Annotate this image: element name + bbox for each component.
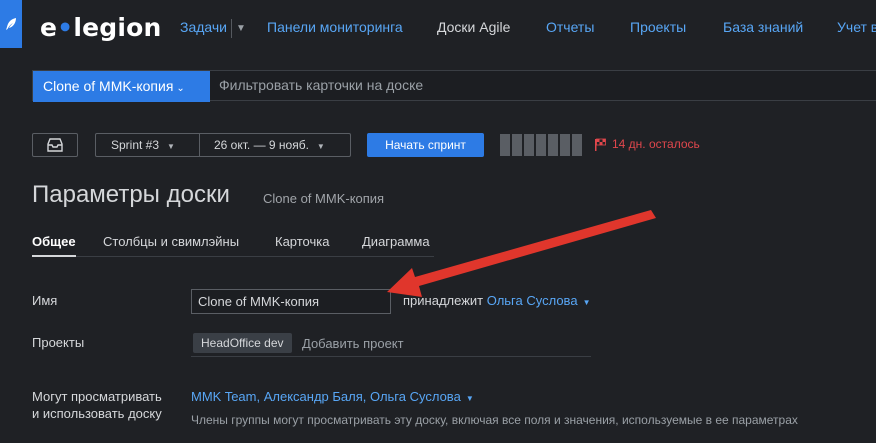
brand-logo[interactable]: e•legion — [40, 13, 162, 42]
top-navigation-bar: e•legion Задачи Панели мониторинга Доски… — [0, 0, 876, 57]
tab-card[interactable]: Карточка — [275, 234, 329, 257]
sprint-dates-select[interactable]: 26 окт. — 9 нояб. ▼ — [200, 134, 350, 156]
caret-down-icon: ▼ — [167, 142, 175, 151]
nav-dashboards[interactable]: Панели мониторинга — [267, 19, 403, 35]
viewers-label-line1: Могут просматривать — [32, 389, 162, 404]
owner-prefix: принадлежит — [403, 293, 484, 308]
days-remaining: 14 дн. осталось — [594, 137, 700, 151]
caret-down-icon: ▼ — [465, 394, 474, 403]
projects-label: Проекты — [32, 335, 85, 350]
tab-columns-swimlanes[interactable]: Столбцы и свимлэйны — [103, 234, 239, 257]
viewers-label-line2: и использовать доску — [32, 406, 162, 421]
inbox-tray-icon — [47, 138, 63, 152]
nav-knowledge-base[interactable]: База знаний — [723, 19, 803, 35]
project-tag[interactable]: HeadOffice dev — [193, 333, 292, 353]
nav-divider — [231, 19, 232, 38]
backlog-tray-button[interactable] — [32, 133, 78, 157]
owner-link[interactable]: Ольга Суслова — [487, 293, 578, 308]
checkered-flag-icon — [595, 138, 606, 151]
nav-reports[interactable]: Отчеты — [546, 19, 594, 35]
board-selector-label: Clone of MMK-копия — [43, 78, 174, 94]
add-project-input[interactable]: Добавить проект — [302, 336, 404, 351]
viewers-hint: Члены группы могут просматривать эту дос… — [191, 413, 798, 427]
caret-down-icon[interactable]: ▼ — [583, 298, 591, 307]
board-selector-button[interactable]: Clone of MMK-копия ⌄ — [33, 71, 210, 102]
sprint-selector-group: Sprint #3 ▼ 26 окт. — 9 нояб. ▼ — [95, 133, 351, 157]
board-name-input[interactable]: Clone of MMK-копия — [191, 289, 391, 314]
tab-chart[interactable]: Диаграмма — [362, 234, 430, 257]
page-title: Параметры доски — [32, 181, 230, 208]
nav-agile-boards[interactable]: Доски Agile — [437, 19, 510, 35]
name-label: Имя — [32, 293, 58, 308]
board-owner: принадлежит Ольга Суслова ▼ — [403, 293, 590, 308]
settings-tabs: Общее Столбцы и свимлэйны Карточка Диагр… — [32, 234, 434, 257]
sprint-progress-bar — [500, 134, 582, 156]
tab-general[interactable]: Общее — [32, 234, 76, 257]
start-sprint-button[interactable]: Начать спринт — [367, 133, 484, 157]
nav-projects[interactable]: Проекты — [630, 19, 686, 35]
annotation-arrow-icon — [387, 210, 656, 297]
sprint-select[interactable]: Sprint #3 ▼ — [96, 134, 200, 156]
board-filter-bar: Clone of MMK-копия ⌄ Фильтровать карточки… — [32, 70, 876, 102]
nav-tasks[interactable]: Задачи — [180, 19, 227, 35]
viewers-value: MMK Team, Александр Баля, Ольга Суслова — [191, 389, 461, 404]
projects-field[interactable]: HeadOffice dev Добавить проект — [191, 331, 591, 357]
board-name-subtitle: Clone of MMK-копия — [263, 191, 385, 206]
chevron-down-icon[interactable]: ▼ — [236, 23, 246, 34]
card-filter-input[interactable]: Фильтровать карточки на доске — [219, 77, 423, 93]
chevron-down-icon: ⌄ — [176, 83, 185, 94]
feather-logo-icon[interactable] — [0, 0, 22, 48]
nav-time-tracking[interactable]: Учет в — [837, 19, 876, 35]
viewers-selector[interactable]: MMK Team, Александр Баля, Ольга Суслова ▼ — [191, 389, 474, 404]
caret-down-icon: ▼ — [316, 142, 325, 151]
